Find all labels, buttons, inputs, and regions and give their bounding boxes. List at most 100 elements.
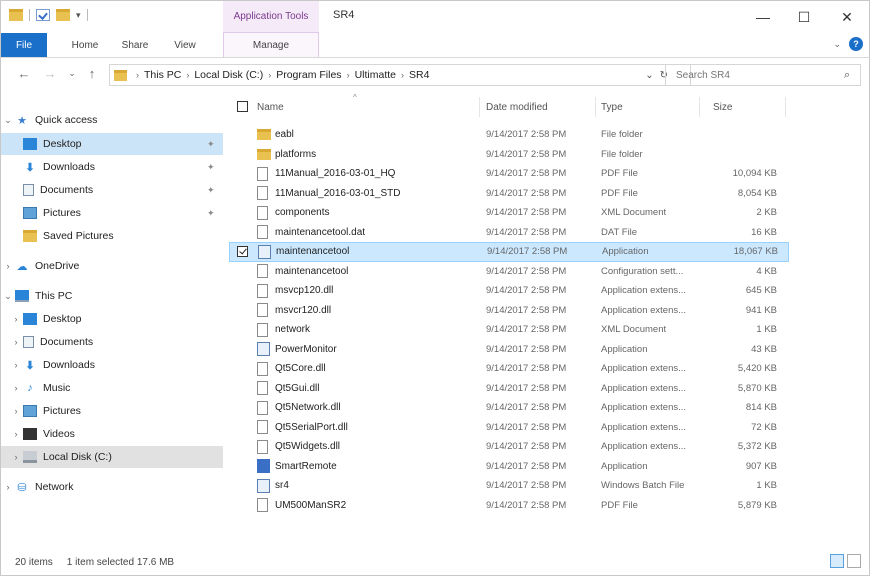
maximize-button[interactable]: ☐ <box>784 5 824 29</box>
expand-chevron-icon[interactable]: › <box>1 261 15 271</box>
file-row-qt5serialport[interactable]: Qt5SerialPort.dll 9/14/2017 2:58 PM Appl… <box>229 418 789 438</box>
dll-file-icon <box>257 381 268 396</box>
properties-icon[interactable] <box>36 9 50 21</box>
pin-icon[interactable]: ✦ <box>207 162 215 173</box>
select-all-checkbox[interactable] <box>237 101 248 112</box>
videos-icon <box>23 428 37 440</box>
nav-local-disk[interactable]: › Local Disk (C:) <box>1 446 223 468</box>
file-size: 10,094 KB <box>732 168 777 180</box>
pin-icon[interactable]: ✦ <box>207 208 215 219</box>
tab-manage[interactable]: Manage <box>223 33 319 57</box>
large-icons-view-icon[interactable] <box>847 554 861 568</box>
recent-locations-icon[interactable]: ⌄ <box>63 68 81 79</box>
pin-icon[interactable]: ✦ <box>207 185 215 196</box>
nav-downloads-quick[interactable]: ⬇ Downloads ✦ <box>1 156 223 178</box>
file-row-qt5core[interactable]: Qt5Core.dll 9/14/2017 2:58 PM Applicatio… <box>229 359 789 379</box>
nav-music[interactable]: › ♪ Music <box>1 377 223 399</box>
nav-label: Local Disk (C:) <box>43 451 112 463</box>
minimize-button[interactable]: — <box>743 5 783 29</box>
file-row-qt5widgets[interactable]: Qt5Widgets.dll 9/14/2017 2:58 PM Applica… <box>229 437 789 457</box>
nav-network[interactable]: › ⛁ Network <box>1 476 223 498</box>
file-row-qt5gui[interactable]: Qt5Gui.dll 9/14/2017 2:58 PM Application… <box>229 379 789 399</box>
file-row-msvcp120[interactable]: msvcp120.dll 9/14/2017 2:58 PM Applicati… <box>229 281 789 301</box>
nav-onedrive[interactable]: › ☁ OneDrive <box>1 255 223 277</box>
file-row-powermonitor[interactable]: PowerMonitor 9/14/2017 2:58 PM Applicati… <box>229 340 789 360</box>
column-divider[interactable] <box>595 97 596 117</box>
breadcrumb-local-disk[interactable]: Local Disk (C:) <box>194 69 263 81</box>
pin-icon[interactable]: ✦ <box>207 139 215 150</box>
breadcrumb-this-pc[interactable]: This PC <box>144 69 181 81</box>
breadcrumb-program-files[interactable]: Program Files <box>276 69 341 81</box>
nav-downloads[interactable]: › ⬇ Downloads <box>1 354 223 376</box>
expand-chevron-icon[interactable]: › <box>9 337 23 347</box>
column-divider[interactable] <box>479 97 480 117</box>
tab-file[interactable]: File <box>1 33 47 57</box>
nav-documents[interactable]: › Documents <box>1 331 223 353</box>
address-bar[interactable]: › This PC › Local Disk (C:) › Program Fi… <box>109 64 691 86</box>
file-row-maintenancetool-dat[interactable]: maintenancetool.dat 9/14/2017 2:58 PM DA… <box>229 223 789 243</box>
expand-chevron-icon[interactable]: › <box>9 360 23 370</box>
expand-chevron-icon[interactable]: › <box>9 383 23 393</box>
back-arrow-icon[interactable]: ← <box>15 66 33 81</box>
file-row-qt5network[interactable]: Qt5Network.dll 9/14/2017 2:58 PM Applica… <box>229 398 789 418</box>
nav-pictures-quick[interactable]: Pictures ✦ <box>1 202 223 224</box>
nav-documents-quick[interactable]: Documents ✦ <box>1 179 223 201</box>
search-box[interactable]: ⌕ <box>665 64 861 86</box>
nav-videos[interactable]: › Videos <box>1 423 223 445</box>
tab-share[interactable]: Share <box>113 33 157 57</box>
file-row-eabl[interactable]: eabl 9/14/2017 2:58 PM File folder <box>229 125 789 145</box>
up-arrow-icon[interactable]: ↑ <box>83 66 101 81</box>
file-row-sr4[interactable]: sr4 9/14/2017 2:58 PM Windows Batch File… <box>229 476 789 496</box>
file-row-manual-hq[interactable]: 11Manual_2016-03-01_HQ 9/14/2017 2:58 PM… <box>229 164 789 184</box>
expand-chevron-icon[interactable]: › <box>9 452 23 462</box>
search-input[interactable] <box>666 68 844 82</box>
file-type: DAT File <box>601 226 638 238</box>
file-date: 9/14/2017 2:58 PM <box>486 480 567 492</box>
row-checkbox[interactable] <box>237 246 248 258</box>
nav-desktop-quick[interactable]: Desktop ✦ <box>1 133 223 155</box>
breadcrumb-ultimatte[interactable]: Ultimatte <box>355 69 396 81</box>
column-header-date[interactable]: Date modified <box>486 93 596 121</box>
column-header-size[interactable]: Size <box>713 93 773 121</box>
file-row-msvcr120[interactable]: msvcr120.dll 9/14/2017 2:58 PM Applicati… <box>229 301 789 321</box>
file-type: PDF File <box>601 168 638 180</box>
expand-chevron-icon[interactable]: › <box>9 314 23 324</box>
new-folder-icon[interactable] <box>56 9 70 21</box>
file-row-um500mansr2[interactable]: UM500ManSR2 9/14/2017 2:58 PM PDF File 5… <box>229 496 789 516</box>
file-row-maintenancetool-ini[interactable]: maintenancetool 9/14/2017 2:58 PM Config… <box>229 262 789 282</box>
file-row-components[interactable]: components 9/14/2017 2:58 PM XML Documen… <box>229 203 789 223</box>
file-row-platforms[interactable]: platforms 9/14/2017 2:58 PM File folder <box>229 145 789 165</box>
collapse-chevron-icon[interactable]: ⌄ <box>1 115 15 126</box>
nav-quick-access[interactable]: ⌄ ★ Quick access <box>1 109 223 131</box>
file-row-manual-std[interactable]: 11Manual_2016-03-01_STD 9/14/2017 2:58 P… <box>229 184 789 204</box>
column-header-type[interactable]: Type <box>601 93 691 121</box>
forward-arrow-icon[interactable]: → <box>41 66 59 81</box>
expand-chevron-icon[interactable]: › <box>1 482 15 492</box>
column-header-name[interactable]: Name <box>257 93 477 121</box>
close-button[interactable]: ✕ <box>827 5 867 29</box>
nav-this-pc[interactable]: ⌄ This PC <box>1 285 223 307</box>
nav-saved-pictures[interactable]: Saved Pictures <box>1 225 223 247</box>
search-icon[interactable]: ⌕ <box>844 69 860 82</box>
column-divider[interactable] <box>785 97 786 117</box>
file-date: 9/14/2017 2:58 PM <box>486 441 567 453</box>
file-date: 9/14/2017 2:58 PM <box>486 499 567 511</box>
expand-chevron-icon[interactable]: › <box>9 406 23 416</box>
tab-home[interactable]: Home <box>63 33 107 57</box>
nav-desktop[interactable]: › Desktop <box>1 308 223 330</box>
column-divider[interactable] <box>699 97 700 117</box>
file-row-network[interactable]: network 9/14/2017 2:58 PM XML Document 1… <box>229 320 789 340</box>
breadcrumb-sr4[interactable]: SR4 <box>409 69 429 81</box>
tab-view[interactable]: View <box>163 33 207 57</box>
file-row-smartremote[interactable]: SmartRemote 9/14/2017 2:58 PM Applicatio… <box>229 457 789 477</box>
expand-ribbon-icon[interactable]: ⌄ <box>833 39 841 50</box>
address-history-dropdown-icon[interactable]: ⌄ <box>645 70 653 81</box>
customize-toolbar-dropdown-icon[interactable]: ▾ <box>76 10 81 21</box>
file-row-maintenancetool-exe[interactable]: maintenancetool 9/14/2017 2:58 PM Applic… <box>229 242 789 262</box>
collapse-chevron-icon[interactable]: ⌄ <box>1 291 15 302</box>
help-icon[interactable]: ? <box>849 37 863 51</box>
details-view-icon[interactable] <box>830 554 844 568</box>
nav-pictures[interactable]: › Pictures <box>1 400 223 422</box>
file-date: 9/14/2017 2:58 PM <box>486 363 567 375</box>
expand-chevron-icon[interactable]: › <box>9 429 23 439</box>
